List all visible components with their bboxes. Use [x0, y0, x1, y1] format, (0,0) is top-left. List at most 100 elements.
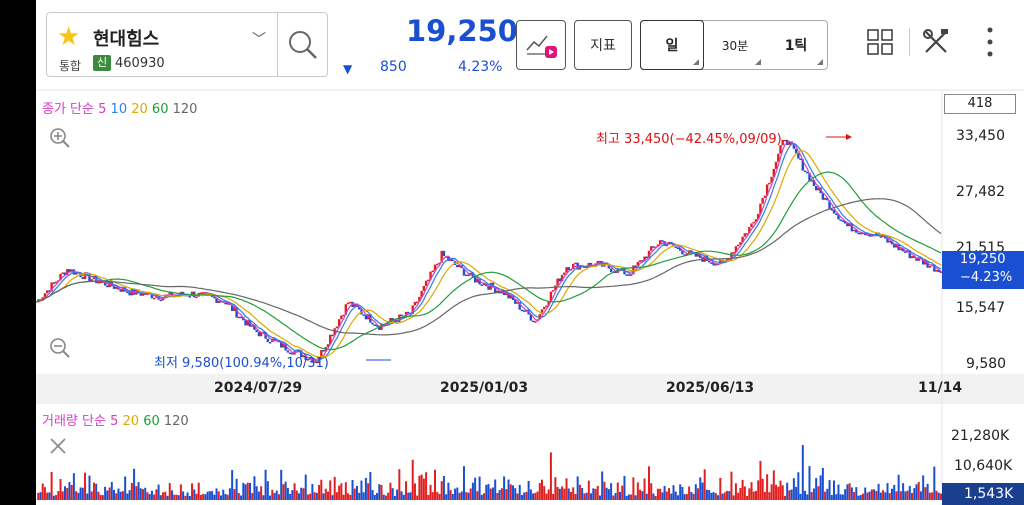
current-price-tag: 19,250 −4.23%: [942, 251, 1024, 289]
price-candle: [634, 265, 637, 267]
volume-bar: [505, 489, 508, 500]
volume-bar: [906, 490, 909, 500]
volume-bar: [269, 495, 272, 500]
price-candle: [565, 267, 568, 273]
volume-bar: [333, 476, 336, 500]
volume-bar: [683, 494, 686, 500]
price-candle: [857, 232, 860, 235]
volume-bar: [474, 477, 477, 500]
volume-bar: [148, 494, 151, 500]
volume-bar: [86, 493, 89, 500]
volume-bar: [70, 485, 73, 500]
volume-bar: [587, 480, 590, 500]
price-candle: [335, 326, 339, 329]
volume-bar: [712, 492, 715, 500]
price-candle: [556, 278, 559, 286]
volume-bar: [264, 469, 267, 500]
volume-bar: [117, 488, 120, 500]
price-candle: [814, 186, 818, 191]
volume-bar: [601, 471, 604, 500]
price-candle: [823, 197, 827, 200]
volume-bar: [335, 492, 338, 500]
volume-bar: [826, 488, 829, 500]
zoom-out-icon[interactable]: [48, 336, 72, 360]
volume-bar: [703, 469, 706, 500]
volume-bar: [37, 492, 40, 500]
price-candle: [609, 268, 613, 272]
volume-bar: [639, 489, 642, 500]
volume-bar: [133, 468, 136, 500]
volume-bar: [489, 488, 492, 500]
volume-bar: [226, 494, 229, 500]
volume-bar: [801, 445, 804, 500]
volume-bar: [378, 484, 381, 500]
volume-bar: [726, 490, 729, 500]
volume-bar: [166, 495, 169, 500]
volume-bar: [734, 483, 737, 500]
volume-bar: [119, 491, 122, 500]
price-candle: [567, 267, 570, 271]
price-candle: [710, 262, 713, 264]
volume-bar: [467, 492, 470, 500]
moving-average-line: [36, 142, 942, 362]
volume-bar: [237, 493, 240, 500]
zoom-in-icon[interactable]: [48, 126, 72, 150]
volume-bar: [422, 478, 425, 500]
volume-ma-legend[interactable]: 거래량 단순 5 20 60 120: [42, 410, 189, 429]
volume-bar: [875, 491, 878, 500]
price-candle: [879, 236, 883, 238]
volume-bar: [153, 494, 156, 500]
volume-bar: [679, 484, 682, 500]
volume-bar: [882, 490, 885, 500]
volume-bar: [607, 489, 610, 500]
volume-bar: [594, 488, 597, 500]
price-chart[interactable]: [36, 0, 1024, 505]
volume-bar: [498, 490, 501, 500]
volume-bar: [282, 484, 285, 500]
volume-bar: [141, 489, 144, 500]
price-candle: [266, 338, 270, 342]
volume-bar: [512, 485, 515, 500]
volume-bar: [68, 482, 71, 500]
volume-bar: [837, 484, 840, 500]
volume-bar: [170, 490, 173, 500]
volume-bar: [848, 483, 851, 500]
volume-bar: [777, 486, 780, 500]
volume-bar: [728, 491, 731, 500]
price-candle: [224, 302, 227, 305]
close-icon[interactable]: [48, 436, 68, 456]
price-candle: [750, 223, 753, 228]
price-candle: [346, 302, 350, 305]
volume-bar: [434, 469, 437, 500]
volume-bar: [251, 493, 254, 500]
price-candle: [97, 282, 100, 284]
volume-bar: [380, 484, 383, 500]
volume-bar: [351, 480, 354, 500]
price-axis-label: 15,547: [956, 300, 1005, 316]
volume-bar: [104, 486, 107, 500]
volume-bar: [115, 493, 118, 500]
volume-bar: [931, 492, 934, 500]
volume-bar: [596, 485, 599, 500]
volume-bar: [625, 495, 628, 500]
volume-bar: [746, 495, 749, 500]
volume-bar: [101, 495, 104, 500]
volume-bar: [795, 486, 798, 500]
volume-bar: [710, 492, 713, 500]
volume-bar: [440, 481, 443, 500]
volume-bar: [338, 485, 341, 500]
volume-bar: [634, 495, 637, 500]
volume-bar: [231, 470, 234, 500]
volume-bar: [235, 478, 238, 500]
volume-bar: [106, 490, 109, 500]
volume-bar: [369, 472, 372, 500]
volume-bar: [855, 487, 858, 500]
volume-bar: [81, 487, 84, 500]
volume-bar: [327, 491, 330, 500]
volume-bar: [532, 493, 535, 500]
volume-bar: [879, 492, 882, 500]
volume-bar: [447, 482, 450, 500]
volume-bar: [750, 482, 753, 500]
price-candle: [598, 261, 602, 263]
volume-bar: [605, 487, 608, 500]
